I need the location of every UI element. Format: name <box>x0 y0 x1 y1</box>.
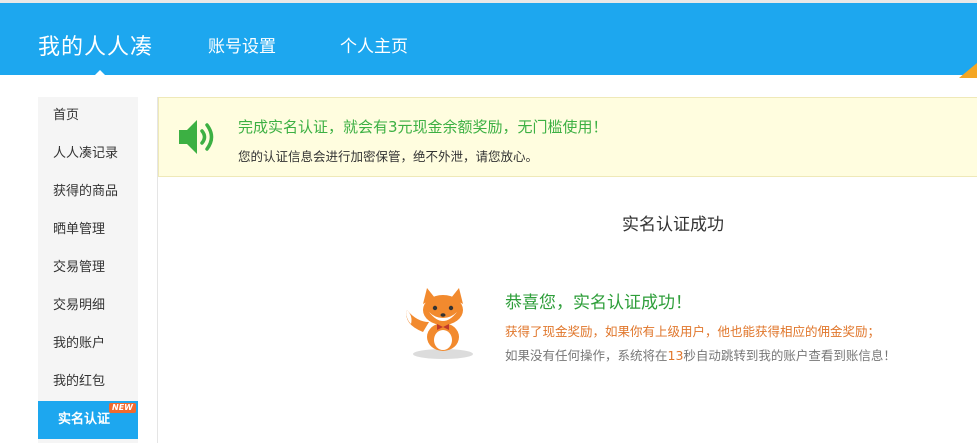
notice-main-text: 完成实名认证，就会有3元现金余额奖励，无门槛使用！ <box>238 118 608 136</box>
fox-mascot-icon <box>406 288 473 359</box>
nav-personal-homepage[interactable]: 个人主页 <box>340 32 408 57</box>
active-nav-caret <box>92 70 108 78</box>
countdown-seconds: 13 <box>667 348 684 363</box>
sidebar-item-transactions[interactable]: 交易管理 <box>38 249 138 287</box>
sidebar-item-won-products[interactable]: 获得的商品 <box>38 173 138 211</box>
success-title: 恭喜您，实名认证成功！ <box>505 293 692 313</box>
sidebar-item-showcase[interactable]: 晒单管理 <box>38 211 138 249</box>
corner-decoration <box>959 63 977 78</box>
sidebar-menu: 首页 人人凑记录 获得的商品 晒单管理 交易管理 交易明细 我的账户 我的红包 … <box>38 97 138 443</box>
sidebar-item-home[interactable]: 首页 <box>38 97 138 135</box>
reward-notice: 完成实名认证，就会有3元现金余额奖励，无门槛使用！ 您的认证信息会进行加密保管，… <box>158 97 977 177</box>
redirect-text-before: 如果没有任何操作，系统将在 <box>505 348 668 363</box>
sidebar-item-red-packets[interactable]: 我的红包 <box>38 363 138 401</box>
main-content: 完成实名认证，就会有3元现金余额奖励，无门槛使用！ 您的认证信息会进行加密保管，… <box>157 97 977 443</box>
new-badge: NEW <box>109 403 136 413</box>
speaker-icon <box>179 120 214 154</box>
sidebar-item-verification[interactable]: 实名认证 NEW <box>38 401 138 439</box>
sidebar-item-my-account[interactable]: 我的账户 <box>38 325 138 363</box>
reward-description: 获得了现金奖励，如果你有上级用户，他也能获得相应的佣金奖励； <box>505 324 881 339</box>
redirect-text-after: 秒自动跳转到我的账户查看到账信息！ <box>683 348 896 363</box>
redirect-message: 如果没有任何操作，系统将在13秒自动跳转到我的账户查看到账信息！ <box>505 345 896 364</box>
top-nav-bar: 我的人人凑 账号设置 个人主页 <box>0 0 977 78</box>
sidebar-item-transaction-details[interactable]: 交易明细 <box>38 287 138 325</box>
page-title: 实名认证成功 <box>622 215 724 235</box>
sidebar-item-records[interactable]: 人人凑记录 <box>38 135 138 173</box>
brand-title[interactable]: 我的人人凑 <box>38 29 153 61</box>
notice-sub-text: 您的认证信息会进行加密保管，绝不外泄，请您放心。 <box>238 149 539 164</box>
nav-account-settings[interactable]: 账号设置 <box>208 32 276 57</box>
sidebar-item-label: 实名认证 <box>58 412 111 427</box>
